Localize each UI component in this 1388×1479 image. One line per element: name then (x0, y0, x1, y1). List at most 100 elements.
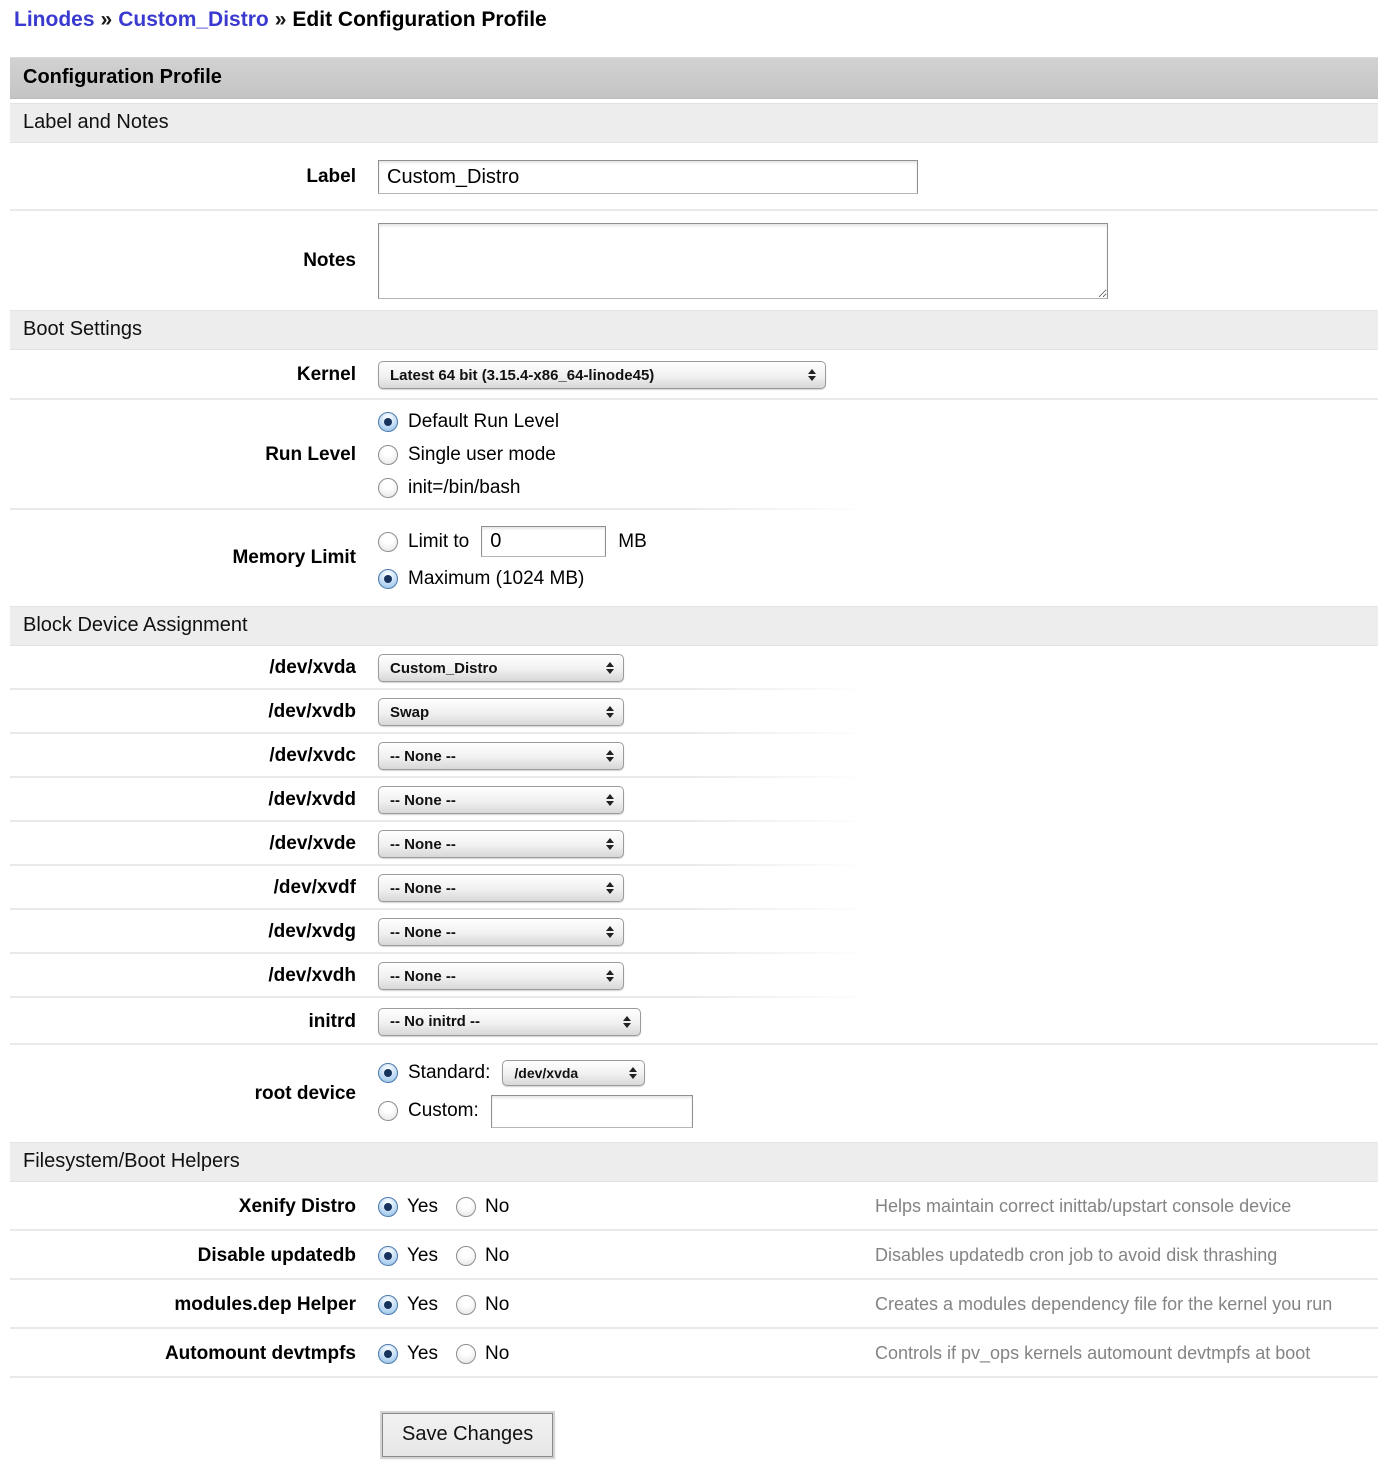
root-custom-input[interactable] (491, 1095, 693, 1128)
modules-dep-yes-radio[interactable] (378, 1295, 398, 1315)
notes-row: Notes (10, 211, 1378, 310)
memory-limit-label: Memory Limit (10, 547, 368, 569)
modules-dep-label: modules.dep Helper (10, 1294, 368, 1316)
breadcrumb-separator: » (269, 8, 293, 31)
root-standard-select[interactable]: /dev/xvda (502, 1060, 645, 1086)
table-header: Configuration Profile (10, 57, 1378, 99)
device-xvde-select[interactable]: -- None -- (378, 830, 624, 858)
device-xvdc-select[interactable]: -- None -- (378, 742, 624, 770)
page-title: Edit Configuration Profile (292, 8, 546, 31)
notes-field-label: Notes (10, 250, 368, 272)
root-custom-label: Custom: (408, 1100, 479, 1122)
device-xvde-label: /dev/xvde (10, 833, 368, 855)
initrd-label: initrd (10, 1011, 368, 1033)
select-arrows-icon (606, 926, 614, 938)
device-xvdf-label: /dev/xvdf (10, 877, 368, 899)
automount-devtmpfs-yes-radio[interactable] (378, 1344, 398, 1364)
section-boot-settings: Boot Settings (10, 310, 1378, 350)
device-row-xvda: /dev/xvda Custom_Distro (10, 646, 1378, 690)
device-row-xvdd: /dev/xvdd -- None -- (10, 778, 1378, 822)
memory-limit-input[interactable] (481, 526, 606, 557)
breadcrumb: Linodes»Custom_Distro»Edit Configuration… (14, 8, 1388, 32)
breadcrumb-link-linodes[interactable]: Linodes (14, 8, 95, 31)
disable-updatedb-yes-radio[interactable] (378, 1246, 398, 1266)
memory-maximum-radio[interactable] (378, 569, 398, 589)
device-xvda-select[interactable]: Custom_Distro (378, 654, 624, 682)
memory-limit-row: Memory Limit Limit to MB Maximum (1024 M… (10, 510, 1378, 606)
label-row: Label (10, 143, 1378, 211)
device-xvdc-label: /dev/xvdc (10, 745, 368, 767)
device-xvdh-select[interactable]: -- None -- (378, 962, 624, 990)
section-label-and-notes: Label and Notes (10, 103, 1378, 143)
disable-updatedb-no-radio[interactable] (456, 1246, 476, 1266)
memory-limit-to-label: Limit to (408, 531, 469, 553)
xenify-distro-yes-radio[interactable] (378, 1197, 398, 1217)
helper-row-automount-devtmpfs: Automount devtmpfs Yes No Controls if pv… (10, 1329, 1378, 1378)
breadcrumb-separator: » (95, 8, 119, 31)
section-block-device-assignment: Block Device Assignment (10, 606, 1378, 646)
device-xvde-select-value: -- None -- (390, 836, 456, 853)
run-level-default-label: Default Run Level (408, 411, 559, 433)
device-xvdb-select[interactable]: Swap (378, 698, 624, 726)
device-row-xvde: /dev/xvde -- None -- (10, 822, 1378, 866)
device-xvda-label: /dev/xvda (10, 657, 368, 679)
kernel-select[interactable]: Latest 64 bit (3.15.4-x86_64-linode45) (378, 361, 826, 389)
select-arrows-icon (606, 794, 614, 806)
no-label: No (485, 1196, 509, 1218)
notes-textarea[interactable] (378, 223, 1108, 299)
device-row-xvdb: /dev/xvdb Swap (10, 690, 1378, 734)
select-arrows-icon (629, 1067, 637, 1079)
automount-devtmpfs-no-radio[interactable] (456, 1344, 476, 1364)
modules-dep-help: Creates a modules dependency file for th… (875, 1294, 1332, 1315)
select-arrows-icon (623, 1016, 631, 1028)
section-filesystem-boot-helpers: Filesystem/Boot Helpers (10, 1142, 1378, 1182)
no-label: No (485, 1343, 509, 1365)
yes-label: Yes (407, 1245, 438, 1267)
disable-updatedb-help: Disables updatedb cron job to avoid disk… (875, 1245, 1277, 1266)
select-arrows-icon (606, 838, 614, 850)
root-standard-select-value: /dev/xvda (514, 1065, 578, 1081)
device-row-xvdf: /dev/xvdf -- None -- (10, 866, 1378, 910)
no-label: No (485, 1294, 509, 1316)
run-level-default-radio[interactable] (378, 412, 398, 432)
no-label: No (485, 1245, 509, 1267)
device-row-xvdh: /dev/xvdh -- None -- (10, 954, 1378, 998)
label-field-label: Label (10, 166, 368, 188)
kernel-row: Kernel Latest 64 bit (3.15.4-x86_64-lino… (10, 350, 1378, 400)
disable-updatedb-label: Disable updatedb (10, 1245, 368, 1267)
device-xvda-select-value: Custom_Distro (390, 660, 498, 677)
select-arrows-icon (606, 970, 614, 982)
automount-devtmpfs-help: Controls if pv_ops kernels automount dev… (875, 1343, 1310, 1364)
select-arrows-icon (808, 369, 816, 381)
run-level-init-bash-label: init=/bin/bash (408, 477, 521, 499)
breadcrumb-link-linode[interactable]: Custom_Distro (118, 8, 269, 31)
yes-label: Yes (407, 1196, 438, 1218)
initrd-select[interactable]: -- No initrd -- (378, 1008, 641, 1036)
device-xvdf-select[interactable]: -- None -- (378, 874, 624, 902)
device-xvdg-label: /dev/xvdg (10, 921, 368, 943)
modules-dep-no-radio[interactable] (456, 1295, 476, 1315)
device-xvdd-select[interactable]: -- None -- (378, 786, 624, 814)
memory-limit-to-radio[interactable] (378, 532, 398, 552)
device-xvdf-select-value: -- None -- (390, 880, 456, 897)
root-standard-radio[interactable] (378, 1063, 398, 1083)
save-changes-button[interactable]: Save Changes (382, 1413, 553, 1457)
root-device-label: root device (10, 1083, 368, 1105)
yes-label: Yes (407, 1343, 438, 1365)
root-device-row: root device Standard: /dev/xvda Custom: (10, 1045, 1378, 1142)
root-custom-radio[interactable] (378, 1101, 398, 1121)
xenify-distro-no-radio[interactable] (456, 1197, 476, 1217)
yes-label: Yes (407, 1294, 438, 1316)
device-xvdb-label: /dev/xvdb (10, 701, 368, 723)
device-xvdg-select[interactable]: -- None -- (378, 918, 624, 946)
run-level-single-user-label: Single user mode (408, 444, 556, 466)
run-level-single-user-radio[interactable] (378, 445, 398, 465)
select-arrows-icon (606, 882, 614, 894)
root-standard-label: Standard: (408, 1062, 490, 1084)
run-level-init-bash-radio[interactable] (378, 478, 398, 498)
automount-devtmpfs-label: Automount devtmpfs (10, 1343, 368, 1365)
kernel-label: Kernel (10, 364, 368, 386)
helper-row-xenify-distro: Xenify Distro Yes No Helps maintain corr… (10, 1182, 1378, 1231)
device-row-xvdg: /dev/xvdg -- None -- (10, 910, 1378, 954)
label-input[interactable] (378, 160, 918, 194)
